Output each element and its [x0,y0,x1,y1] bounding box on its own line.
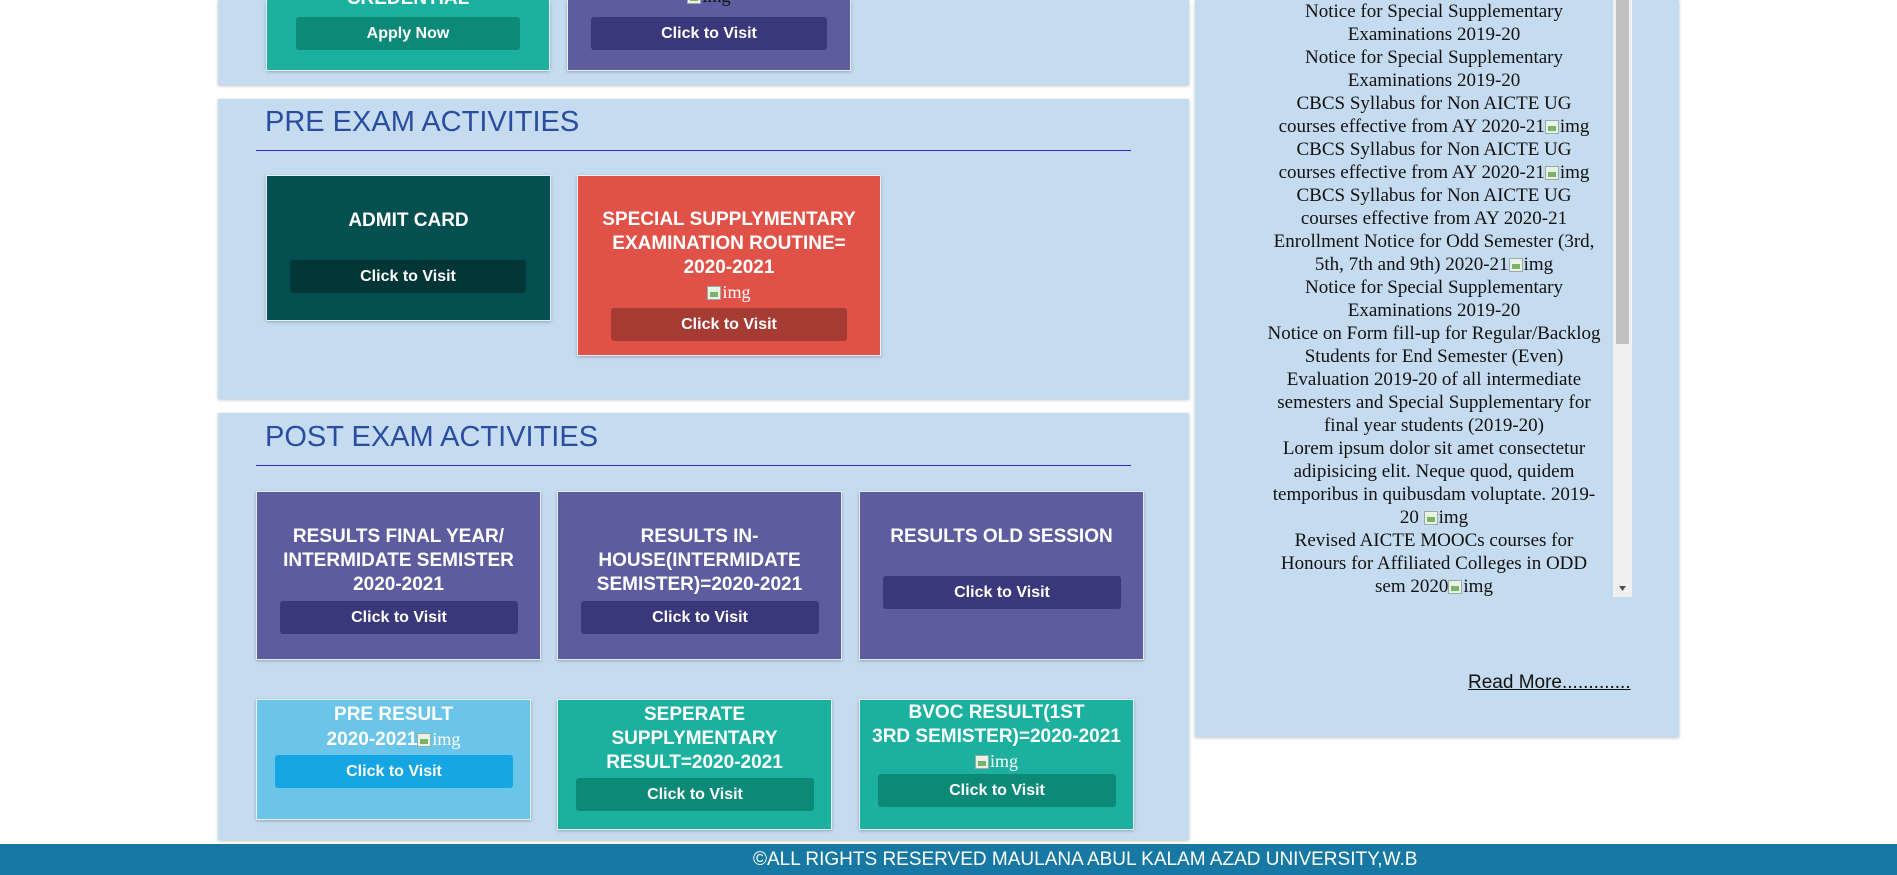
notice-scrollbar[interactable] [1613,0,1632,597]
notice-item[interactable]: Notice on Form fill-up for Regular/Backl… [1256,322,1612,368]
notice-item[interactable]: Notice for Special Supplementary Examina… [1256,0,1612,46]
admit-card: ADMIT CARD Click to Visit [266,175,551,321]
admit-card-title: ADMIT CARD [348,210,469,231]
broken-image-icon [1508,258,1523,272]
notice-item[interactable]: Evaluation 2019-20 of all intermediate s… [1256,368,1612,437]
results-final-button[interactable]: Click to Visit [280,601,518,634]
notice-image: img [1544,162,1589,183]
pre-exam-divider [256,150,1131,151]
post-exam-divider [256,465,1131,466]
bvoc-result-button[interactable]: Click to Visit [878,774,1116,807]
special-routine-button[interactable]: Click to Visit [611,308,847,341]
visit-card-top: img Click to Visit [567,0,851,71]
special-routine-title: SPECIAL SUPPLYMENTARY EXAMINATION ROUTIN… [602,209,856,278]
broken-image-icon [1544,120,1559,134]
seperate-result-title: SEPERATE SUPPLYMENTARY RESULT=2020-2021 [606,704,783,773]
notice-list: Notice for Special Supplementary Examina… [1256,0,1612,597]
special-routine-card: SPECIAL SUPPLYMENTARY EXAMINATION ROUTIN… [577,175,881,356]
notice-item[interactable]: Enrollment Notice for Odd Semester (3rd,… [1256,230,1612,276]
notice-image: img [1423,507,1468,528]
results-old-card: RESULTS OLD SESSION Click to Visit [859,491,1144,660]
top-card-image: img [568,0,850,7]
apply-now-button[interactable]: Apply Now [296,17,520,50]
footer: ©ALL RIGHTS RESERVED MAULANA ABUL KALAM … [0,844,1897,875]
results-inhouse-button[interactable]: Click to Visit [581,601,819,634]
notice-item[interactable]: Notice for Special Supplementary Examina… [1256,276,1612,322]
seperate-result-card: SEPERATE SUPPLYMENTARY RESULT=2020-2021 … [557,699,832,830]
broken-image-icon [1544,166,1559,180]
results-final-card: RESULTS FINAL YEAR/ INTERMIDATE SEMISTER… [256,491,541,660]
special-routine-image: img [578,282,880,303]
broken-image-icon [707,286,722,300]
notice-item[interactable]: CBCS Syllabus for Non AICTE UG courses e… [1256,92,1612,138]
bvoc-result-card: BVOC RESULT(1ST 3RD SEMISTER)=2020-2021 … [859,699,1134,830]
notice-item[interactable]: CBCS Syllabus for Non AICTE UG courses e… [1256,184,1612,230]
scroll-down-arrow-icon[interactable] [1613,580,1632,597]
broken-image-icon [974,755,989,769]
broken-image-icon [1448,580,1463,594]
seperate-result-button[interactable]: Click to Visit [576,778,814,811]
pre-exam-heading: PRE EXAM ACTIVITIES [265,106,580,138]
pre-result-image: img [417,729,460,749]
notice-item[interactable]: CBCS Syllabus for Non AICTE UG courses e… [1256,138,1612,184]
read-more-link[interactable]: Read More............. [1468,672,1631,694]
results-inhouse-card: RESULTS IN- HOUSE(INTERMIDATE SEMISTER)=… [557,491,842,660]
broken-image-icon [417,733,432,747]
notice-image: img [1448,576,1493,597]
notice-item[interactable]: Lorem ipsum dolor sit amet consectetur a… [1256,437,1612,529]
results-old-button[interactable]: Click to Visit [883,576,1121,609]
notice-image: img [1508,254,1553,275]
bvoc-result-image: img [862,749,1131,773]
notice-item[interactable]: Revised AICTE MOOCs courses for Honours … [1256,529,1612,597]
results-final-title: RESULTS FINAL YEAR/ INTERMIDATE SEMISTER… [283,526,514,595]
broken-image-icon [1423,511,1438,525]
broken-image-icon [687,0,702,4]
pre-result-button[interactable]: Click to Visit [275,755,513,788]
results-old-title: RESULTS OLD SESSION [890,526,1113,547]
admit-card-button[interactable]: Click to Visit [290,260,526,293]
results-inhouse-title: RESULTS IN- HOUSE(INTERMIDATE SEMISTER)=… [596,526,803,595]
scrollbar-thumb[interactable] [1616,0,1629,344]
notice-image: img [1544,116,1589,137]
credential-card-title: CREDENTIAL [273,0,543,11]
post-exam-heading: POST EXAM ACTIVITIES [265,421,599,453]
bvoc-result-title: BVOC RESULT(1ST 3RD SEMISTER)=2020-2021 … [862,701,1131,773]
top-click-to-visit-button[interactable]: Click to Visit [591,17,827,50]
notice-item[interactable]: Notice for Special Supplementary Examina… [1256,46,1612,92]
pre-result-title: PRE RESULT 2020-2021 img [326,704,461,750]
pre-result-card: PRE RESULT 2020-2021 img Click to Visit [256,699,531,820]
credential-card: CREDENTIAL Apply Now [266,0,550,71]
footer-copyright: ©ALL RIGHTS RESERVED MAULANA ABUL KALAM … [753,849,1418,870]
